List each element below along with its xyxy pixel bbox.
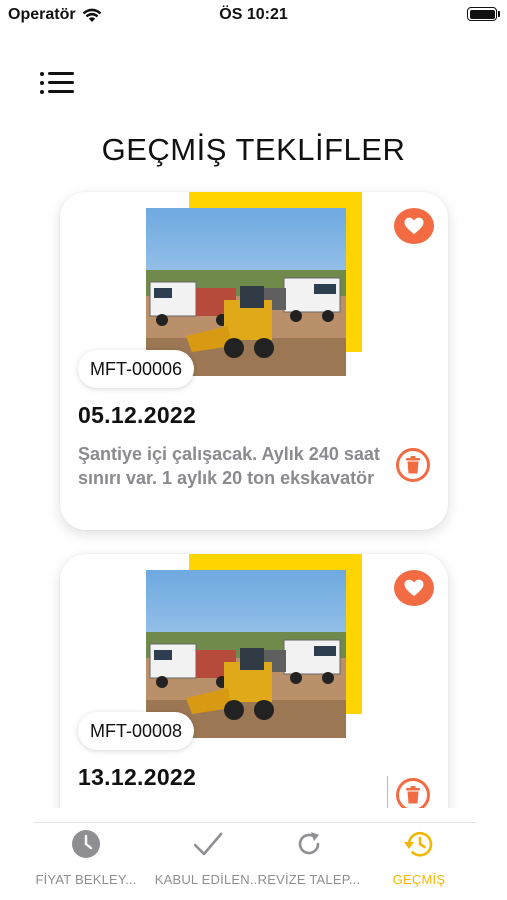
tab-bar: FİYAT BEKLEY... KABUL EDİLEN... REVİZE T… bbox=[0, 808, 507, 900]
delete-button[interactable] bbox=[396, 448, 430, 482]
history-icon bbox=[403, 828, 435, 860]
tab-label: GEÇMİŞ bbox=[392, 872, 446, 887]
trash-icon bbox=[406, 786, 420, 804]
tab-revize-talep[interactable]: REVİZE TALEP... bbox=[251, 828, 367, 898]
offer-list[interactable]: MFT-00006 05.12.2022 Şantiye içi çalışac… bbox=[0, 184, 507, 808]
battery-icon bbox=[467, 7, 500, 21]
offer-card[interactable]: MFT-00006 05.12.2022 Şantiye içi çalışac… bbox=[60, 192, 448, 530]
offer-card[interactable]: MFT-00008 13.12.2022 bbox=[60, 554, 448, 808]
tab-label: KABUL EDİLEN... bbox=[154, 872, 262, 887]
tab-label: FİYAT BEKLEY... bbox=[35, 872, 137, 887]
divider bbox=[387, 776, 388, 808]
page-title: GEÇMİŞ TEKLİFLER bbox=[101, 132, 406, 167]
offer-date: 05.12.2022 bbox=[78, 402, 197, 428]
offer-date: 13.12.2022 bbox=[78, 764, 197, 790]
delete-button[interactable] bbox=[396, 778, 430, 808]
menu-button[interactable] bbox=[40, 68, 76, 98]
tab-kabul-edilen[interactable]: KABUL EDİLEN... bbox=[150, 828, 266, 898]
heart-icon bbox=[404, 217, 424, 234]
tab-fiyat-bekleyen[interactable]: FİYAT BEKLEY... bbox=[28, 828, 144, 898]
tab-bar-divider bbox=[34, 822, 476, 823]
favorite-button[interactable] bbox=[394, 570, 434, 606]
offer-code-badge: MFT-00008 bbox=[78, 712, 195, 750]
clock-icon bbox=[70, 828, 102, 860]
status-time: ÖS 10:21 bbox=[219, 6, 288, 23]
offer-code-badge: MFT-00006 bbox=[78, 350, 195, 388]
heart-icon bbox=[404, 579, 424, 596]
refresh-icon bbox=[293, 828, 325, 860]
offer-description: Şantiye içi çalışacak. Aylık 240 saat sı… bbox=[78, 444, 380, 488]
tab-label: REVİZE TALEP... bbox=[257, 872, 361, 887]
status-bar: Operatör ÖS 10:21 bbox=[0, 0, 507, 34]
favorite-button[interactable] bbox=[394, 208, 434, 244]
tab-gecmis[interactable]: GEÇMİŞ bbox=[361, 828, 477, 898]
checkmark-icon bbox=[192, 828, 224, 860]
trash-icon bbox=[406, 456, 420, 474]
